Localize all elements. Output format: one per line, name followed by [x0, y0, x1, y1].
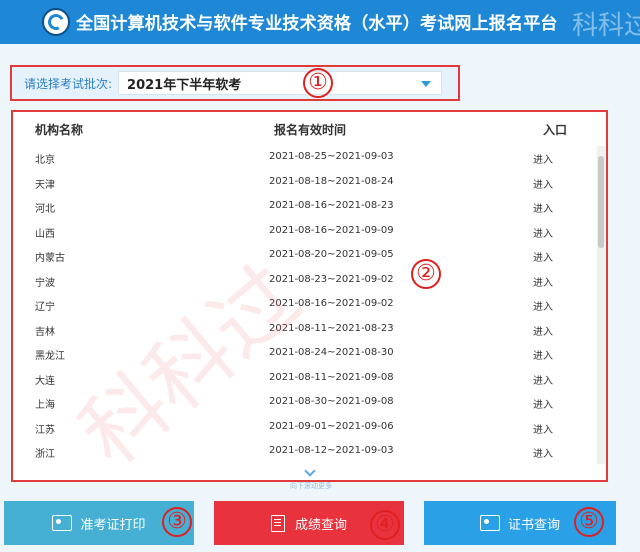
annotation-number-5: ⑤ [574, 507, 604, 537]
scroll-more-hint: 向下滚动更多 [290, 482, 332, 490]
annotation-box-1 [10, 65, 460, 101]
annotation-number-4: ④ [370, 510, 400, 540]
score-query-label: 成绩查询 [294, 517, 347, 533]
annotation-box-2 [11, 110, 608, 482]
annotation-number-1: ① [303, 68, 333, 98]
page-title: 全国计算机技术与软件专业技术资格（水平）考试网上报名平台 [76, 14, 558, 34]
certificate-query-label: 证书查询 [507, 517, 560, 533]
ruankao-logo [42, 8, 70, 36]
annotation-number-3: ③ [162, 507, 192, 537]
admission-ticket-print-label: 准考证打印 [80, 517, 146, 533]
annotation-number-2: ② [411, 259, 441, 289]
document-search-icon [270, 514, 285, 532]
watermark-top: 科科过 [572, 11, 640, 41]
id-card-icon [52, 515, 73, 531]
certificate-search-icon [479, 515, 500, 531]
page-header: 全国计算机技术与软件专业技术资格（水平）考试网上报名平台 科科过 [0, 0, 640, 44]
